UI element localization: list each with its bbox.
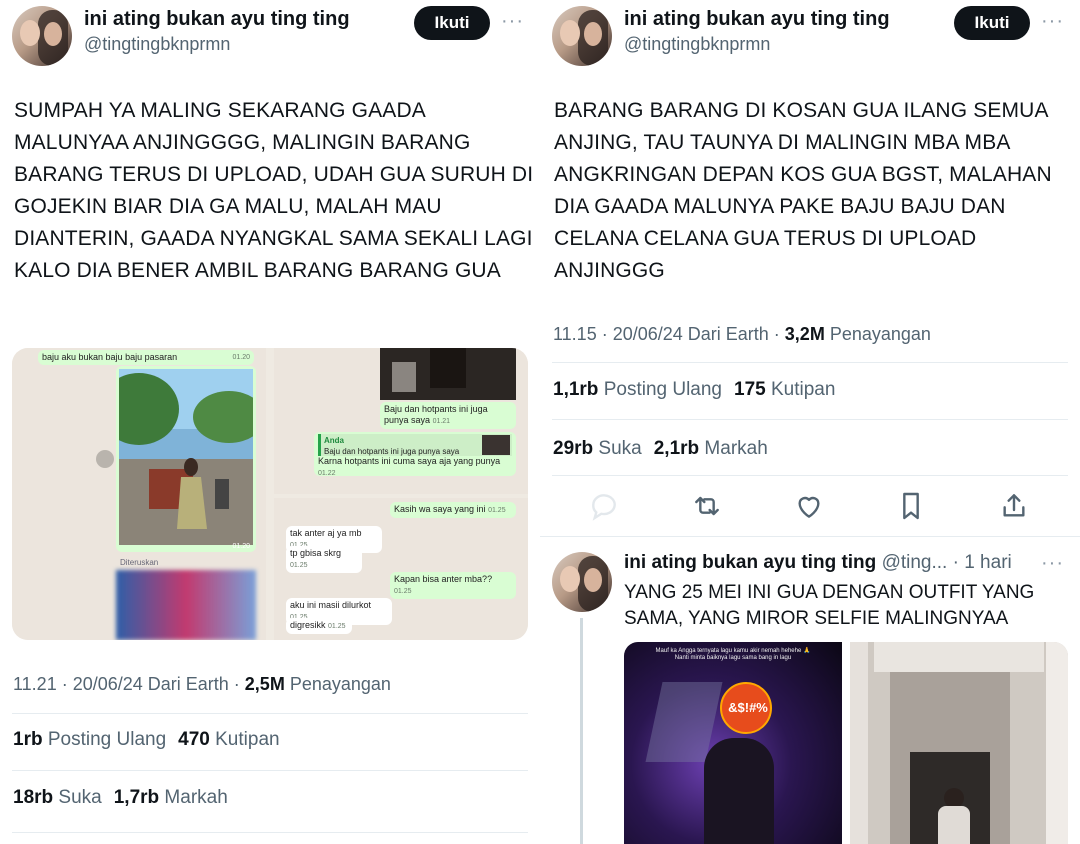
photo-message[interactable] [380, 348, 516, 400]
reply-header: ini ating bukan ayu ting ting @ting... ·… [624, 552, 1012, 574]
tweet-meta: 11.15 · 20/06/24 Dari Earth · 3,2M Penay… [553, 324, 931, 344]
author-handle[interactable]: @tingtingbknprmn [624, 34, 770, 55]
thread-line [580, 618, 583, 844]
chat-bubble-in: tp gbisa skrg 01.25 [286, 546, 362, 573]
divider [12, 713, 528, 714]
chat-screenshot-2: Baju dan hotpants ini juga punya saya 01… [274, 348, 528, 494]
divider [552, 475, 1068, 476]
tweet-text: SUMPAH YA MALING SEKARANG GAADA MALUNYAA… [14, 99, 534, 282]
street-photo [119, 369, 253, 545]
follow-button[interactable]: Ikuti [414, 6, 490, 40]
tweet-meta: 11.21 · 20/06/24 Dari Earth · 2,5M Penay… [13, 674, 391, 694]
tweet-media[interactable]: baju aku bukan baju baju pasaran 01.20 0… [12, 348, 528, 640]
chat-bubble: Baju dan hotpants ini juga punya saya 01… [380, 402, 516, 429]
chat-bubble: Kapan bisa anter mba?? 01.25 [390, 572, 516, 599]
reply-bubble: Anda Baju dan hotpants ini juga punya sa… [314, 432, 516, 477]
avatar[interactable] [12, 6, 72, 66]
author-name[interactable]: ini ating bukan ayu ting ting [624, 552, 876, 573]
story-caption: Mauf ka Angga ternyata lagu kamu akir ne… [655, 648, 811, 661]
chat-bubble-in: digresikk 01.25 [286, 618, 352, 634]
divider [12, 770, 528, 771]
divider [552, 419, 1068, 420]
divider [12, 832, 528, 833]
divider [540, 536, 1080, 537]
repost-icon[interactable] [691, 490, 723, 522]
post-age: · 1 hari [947, 552, 1012, 573]
more-options-icon[interactable]: ··· [1041, 10, 1064, 33]
tweet-text: BARANG BARANG DI KOSAN GUA ILANG SEMUA A… [554, 99, 1052, 282]
author-handle[interactable]: @tingtingbknprmn [84, 34, 230, 55]
avatar[interactable] [552, 552, 612, 612]
right-tweet-panel: ini ating bukan ayu ting ting @tingtingb… [540, 0, 1080, 844]
mirror-selfie-photo[interactable] [850, 642, 1068, 844]
divider [552, 362, 1068, 363]
follow-button[interactable]: Ikuti [954, 6, 1030, 40]
story-screenshot[interactable]: Mauf ka Angga ternyata lagu kamu akir ne… [624, 642, 842, 844]
tweet-header: ini ating bukan ayu ting ting @tingtingb… [552, 6, 1068, 66]
forwarded-label: Diteruskan [120, 558, 159, 567]
author-handle[interactable]: @ting... [882, 552, 948, 573]
author-name[interactable]: ini ating bukan ayu ting ting [84, 8, 350, 31]
left-tweet-panel: ini ating bukan ayu ting ting @tingtingb… [0, 0, 540, 844]
blurred-photo[interactable] [116, 570, 256, 640]
chat-screenshot-3: Kasih wa saya yang ini 01.25 tak anter a… [274, 498, 528, 640]
like-stats[interactable]: 29rb Suka 2,1rb Markah [553, 438, 768, 460]
more-options-icon[interactable]: ··· [501, 10, 524, 33]
tweet-header: ini ating bukan ayu ting ting @tingtingb… [12, 6, 528, 66]
chat-bubble: baju aku bukan baju baju pasaran 01.20 [38, 350, 254, 365]
avatar[interactable] [552, 6, 612, 66]
forward-icon[interactable] [96, 450, 114, 468]
angry-emoji-icon: &$!#% [720, 682, 772, 734]
reply-icon[interactable] [588, 490, 620, 522]
action-bar [540, 486, 1080, 526]
chat-bubble: Kasih wa saya yang ini 01.25 [390, 502, 516, 518]
share-icon[interactable] [998, 490, 1030, 522]
author-name[interactable]: ini ating bukan ayu ting ting [624, 8, 890, 31]
repost-stats[interactable]: 1rb Posting Ulang 470 Kutipan [13, 729, 280, 751]
bookmark-icon[interactable] [895, 490, 927, 522]
more-options-icon[interactable]: ··· [1041, 552, 1064, 575]
reply-text: YANG 25 MEI INI GUA DENGAN OUTFIT YANG S… [624, 582, 1035, 629]
repost-stats[interactable]: 1,1rb Posting Ulang 175 Kutipan [553, 379, 835, 401]
photo-message[interactable]: 01.20 [116, 366, 256, 552]
like-stats[interactable]: 18rb Suka 1,7rb Markah [13, 787, 228, 809]
like-icon[interactable] [793, 490, 825, 522]
reply-media[interactable]: Mauf ka Angga ternyata lagu kamu akir ne… [624, 642, 1068, 844]
chat-screenshot-1: baju aku bukan baju baju pasaran 01.20 0… [12, 348, 266, 640]
